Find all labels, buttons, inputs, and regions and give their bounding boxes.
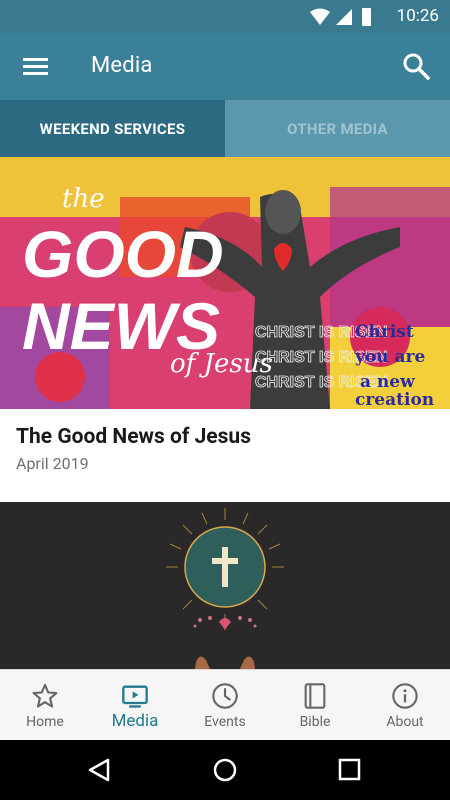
svg-text:Christ: Christ	[355, 322, 414, 342]
app-bar: Media	[0, 33, 450, 100]
menu-icon[interactable]	[23, 54, 48, 79]
svg-text:GOOD: GOOD	[22, 217, 224, 291]
nav-about[interactable]: About	[360, 670, 450, 740]
system-nav-bar	[0, 740, 450, 800]
book-icon	[304, 683, 326, 709]
sermon-artwork-image: CHRIST IS RISEN CHRIST IS RISEN CHRIST I…	[0, 157, 450, 409]
card-date: April 2019	[16, 454, 89, 473]
nav-events[interactable]: Events	[180, 670, 270, 740]
status-icons	[310, 8, 371, 26]
svg-text:of Jesus: of Jesus	[170, 349, 273, 379]
svg-text:the: the	[62, 184, 105, 214]
nav-bible[interactable]: Bible	[270, 670, 360, 740]
sermon-artwork-image	[166, 508, 284, 669]
status-bar: 10:26	[0, 0, 450, 33]
star-icon	[32, 683, 58, 708]
nav-home-label: Home	[26, 714, 64, 730]
bottom-nav: Home Media Events Bible About	[0, 669, 450, 740]
tab-other-media[interactable]: OTHER MEDIA	[225, 100, 450, 157]
signal-icon	[336, 9, 352, 25]
card-title[interactable]: The Good News of Jesus	[16, 425, 251, 449]
media-card[interactable]: CHRIST IS RISEN CHRIST IS RISEN CHRIST I…	[0, 157, 450, 502]
media-list[interactable]: CHRIST IS RISEN CHRIST IS RISEN CHRIST I…	[0, 157, 450, 669]
status-time: 10:26	[396, 6, 439, 26]
svg-text:you are: you are	[354, 347, 425, 367]
svg-text:creation: creation	[355, 390, 434, 409]
search-icon[interactable]	[402, 52, 430, 80]
nav-about-label: About	[386, 714, 424, 730]
page-title: Media	[91, 53, 153, 78]
nav-media[interactable]: Media	[90, 670, 180, 740]
home-circle-icon[interactable]	[213, 758, 237, 782]
nav-bible-label: Bible	[299, 714, 331, 730]
nav-media-label: Media	[111, 711, 159, 731]
nav-home[interactable]: Home	[0, 670, 90, 740]
tab-bar: WEEKEND SERVICES OTHER MEDIA	[0, 100, 450, 157]
clock-icon	[212, 683, 238, 709]
battery-icon	[362, 8, 371, 26]
info-icon	[392, 683, 418, 709]
back-icon[interactable]	[88, 758, 110, 782]
wifi-icon	[310, 8, 330, 25]
nav-events-label: Events	[204, 714, 246, 730]
media-card-artwork[interactable]	[0, 502, 450, 669]
svg-text:a new: a new	[360, 372, 415, 392]
tv-icon	[122, 685, 148, 708]
recents-icon[interactable]	[338, 758, 361, 781]
tab-weekend-services[interactable]: WEEKEND SERVICES	[0, 100, 225, 157]
